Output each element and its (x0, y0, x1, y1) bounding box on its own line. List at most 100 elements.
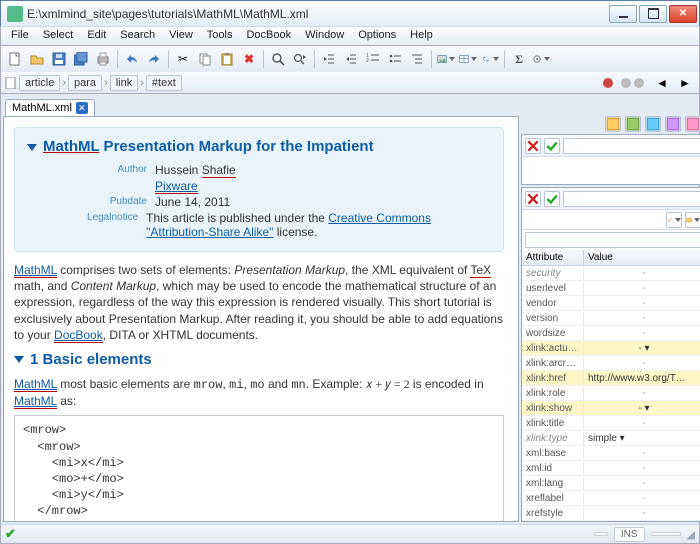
attr-row[interactable]: security- (522, 266, 700, 281)
statusbar: ✔ INS ◢ (0, 524, 700, 544)
attr-row[interactable]: wordsize- (522, 326, 700, 341)
cancel-icon[interactable] (525, 138, 541, 154)
nav-left-icon[interactable]: ◄ (652, 73, 672, 93)
workspace: MathML Presentation Markup for the Impat… (0, 116, 700, 524)
marker-red-icon[interactable] (603, 78, 613, 88)
legal-text: This article is published under the Crea… (146, 211, 491, 239)
attr-row[interactable]: xlink:arcrole- (522, 356, 700, 371)
editor-pane[interactable]: MathML Presentation Markup for the Impat… (3, 116, 519, 522)
find-icon[interactable] (268, 49, 288, 69)
indent-icon[interactable] (341, 49, 361, 69)
mathml-link[interactable]: MathML (14, 394, 57, 409)
mathml-link[interactable]: MathML (14, 377, 57, 392)
menu-window[interactable]: Window (299, 27, 350, 45)
panel-icon-3[interactable] (645, 116, 661, 132)
pubdate-label: Pubdate (87, 195, 155, 209)
breadcrumb-item[interactable]: link (110, 75, 139, 91)
settings-icon[interactable] (531, 49, 551, 69)
attr-row[interactable]: xml:lang- (522, 476, 700, 491)
print-icon[interactable] (93, 49, 113, 69)
mathml-link[interactable]: MathML (14, 263, 57, 278)
outdent-icon[interactable] (319, 49, 339, 69)
attr-row[interactable]: xlink:title- (522, 416, 700, 431)
attr-row[interactable]: xlink:typesimple ▾ (522, 431, 700, 446)
tab-mathml[interactable]: MathML.xml ✕ (5, 99, 95, 116)
open-icon[interactable] (27, 49, 47, 69)
attr-value-input[interactable] (525, 232, 700, 248)
window-maximize-button[interactable] (639, 5, 667, 23)
sigma-icon[interactable]: Σ (509, 49, 529, 69)
collapse-icon[interactable] (14, 356, 24, 363)
new-icon[interactable] (5, 49, 25, 69)
menu-help[interactable]: Help (404, 27, 439, 45)
delete-icon[interactable]: ✖ (239, 49, 259, 69)
copy-icon[interactable] (195, 49, 215, 69)
attributes-table[interactable]: AttributeValue security-userlevel-vendor… (522, 250, 700, 521)
image-icon[interactable] (436, 49, 456, 69)
legal-label: Legalnotice (87, 211, 146, 239)
attr-name-input[interactable] (563, 191, 700, 207)
list-bullet-icon[interactable] (385, 49, 405, 69)
attr-row[interactable]: vendor- (522, 296, 700, 311)
list-num-icon[interactable]: 12 (363, 49, 383, 69)
breadcrumb-item[interactable]: para (68, 75, 102, 91)
apply-icon[interactable] (544, 138, 560, 154)
code-block[interactable]: <mrow> <mrow> <mi>x</mi> <mo>+</mo> <mi>… (14, 415, 504, 522)
tab-close-icon[interactable]: ✕ (76, 102, 88, 114)
doc-title: MathML Presentation Markup for the Impat… (27, 138, 491, 155)
menu-edit[interactable]: Edit (81, 27, 112, 45)
collapse-icon[interactable] (27, 144, 37, 151)
panel-icon-5[interactable] (685, 116, 700, 132)
link-icon[interactable] (480, 49, 500, 69)
list-def-icon[interactable] (407, 49, 427, 69)
attr-row[interactable]: xlink:show- ▾ (522, 401, 700, 416)
attr-edit-icon[interactable] (666, 212, 682, 228)
resize-grip-icon[interactable]: ◢ (687, 528, 695, 541)
attr-row[interactable]: xml:base- (522, 446, 700, 461)
marker-grey2-icon[interactable] (634, 78, 644, 88)
menu-view[interactable]: View (163, 27, 199, 45)
menu-tools[interactable]: Tools (201, 27, 239, 45)
panel-icon-2[interactable] (625, 116, 641, 132)
undo-icon[interactable] (122, 49, 142, 69)
breadcrumb-item[interactable]: article (19, 75, 60, 91)
panel-icon-1[interactable] (605, 116, 621, 132)
attributes-panel: AttributeValue security-userlevel-vendor… (521, 187, 700, 522)
cut-icon[interactable]: ✂ (173, 49, 193, 69)
validity-ok-icon[interactable]: ✔ (5, 526, 16, 542)
nav-right-icon[interactable]: ► (675, 73, 695, 93)
attr-row[interactable]: xml:id- (522, 461, 700, 476)
find-again-icon[interactable] (290, 49, 310, 69)
attr-row[interactable]: userlevel- (522, 281, 700, 296)
paste-icon[interactable] (217, 49, 237, 69)
attr-row[interactable]: version- (522, 311, 700, 326)
attr-cancel-icon[interactable] (525, 191, 541, 207)
menu-options[interactable]: Options (352, 27, 402, 45)
attr-row[interactable]: xlink:role- (522, 386, 700, 401)
menu-docbook[interactable]: DocBook (240, 27, 297, 45)
panel-icon-4[interactable] (665, 116, 681, 132)
breadcrumb[interactable]: article› para› link› #text (5, 75, 601, 91)
window-minimize-button[interactable] (609, 5, 637, 23)
status-ins[interactable]: INS (614, 527, 645, 542)
attr-row[interactable]: xrefstyle- (522, 506, 700, 521)
attr-apply-icon[interactable] (544, 191, 560, 207)
section-paragraph: MathML most basic elements are mrow, mi,… (14, 376, 504, 409)
menu-file[interactable]: File (5, 27, 35, 45)
save-icon[interactable] (49, 49, 69, 69)
marker-grey1-icon[interactable] (621, 78, 631, 88)
attr-row[interactable]: xreflabel- (522, 491, 700, 506)
menu-search[interactable]: Search (114, 27, 161, 45)
breadcrumb-item[interactable]: #text (146, 75, 182, 91)
attr-row[interactable]: xlink:actu…- ▾ (522, 341, 700, 356)
edit-input[interactable] (563, 138, 700, 154)
table-icon[interactable] (458, 49, 478, 69)
company-link[interactable]: Pixware (155, 179, 198, 194)
attr-row[interactable]: xlink:hrefhttp://www.w3.org/T… (522, 371, 700, 386)
attr-browse-icon[interactable] (685, 212, 700, 228)
window-close-button[interactable]: ✕ (669, 5, 697, 23)
docbook-link[interactable]: DocBook (54, 328, 103, 343)
saveall-icon[interactable] (71, 49, 91, 69)
menu-select[interactable]: Select (37, 27, 80, 45)
redo-icon[interactable] (144, 49, 164, 69)
